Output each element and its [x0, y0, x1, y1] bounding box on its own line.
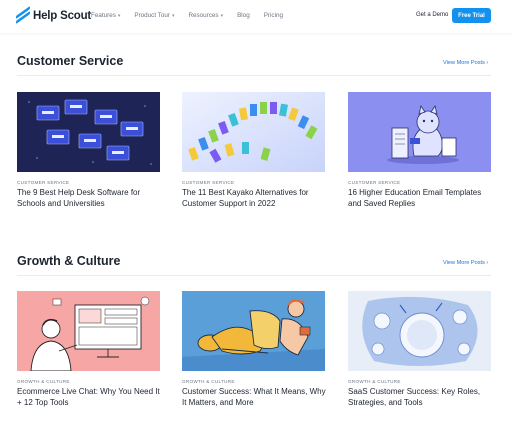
view-more-posts-link[interactable]: View More Posts ›	[443, 60, 488, 66]
logo-icon	[16, 6, 30, 24]
card-title-link[interactable]: 16 Higher Education Email Templates and …	[348, 188, 494, 209]
cat-with-documents-illustration	[348, 92, 491, 172]
plates-table-illustration	[348, 291, 491, 371]
card-title-link[interactable]: Ecommerce Live Chat: Why You Need It + 1…	[17, 387, 163, 408]
card-category: GROWTH & CULTURE	[182, 379, 235, 384]
nav-resources[interactable]: Resources ▾	[188, 12, 223, 19]
nav-label: Resources	[188, 12, 219, 19]
site-header: Help Scout Features ▾ Product Tour ▾ Res…	[0, 0, 512, 33]
nav-pricing[interactable]: Pricing	[264, 12, 283, 19]
card-title-link[interactable]: SaaS Customer Success: Key Roles, Strate…	[348, 387, 494, 408]
nav-label: Blog	[237, 12, 250, 19]
section-title-growth-culture: Growth & Culture	[17, 254, 121, 268]
help-scout-logo[interactable]: Help Scout	[16, 6, 92, 24]
card-image-live-chat[interactable]	[17, 291, 160, 371]
card-title-link[interactable]: The 9 Best Help Desk Software for School…	[17, 188, 163, 209]
card-category: GROWTH & CULTURE	[348, 379, 401, 384]
nav-label: Product Tour	[134, 12, 170, 19]
get-demo-link[interactable]: Get a Demo	[416, 12, 448, 18]
card-category: CUSTOMER SERVICE	[348, 180, 401, 185]
card-image-kayako[interactable]	[182, 92, 325, 172]
chevron-down-icon: ▾	[117, 12, 121, 19]
card-title-link[interactable]: The 11 Best Kayako Alternatives for Cust…	[182, 188, 328, 209]
nav-blog[interactable]: Blog	[237, 12, 250, 19]
card-image-customer-success[interactable]	[182, 291, 325, 371]
section-divider	[17, 75, 491, 76]
card-category: CUSTOMER SERVICE	[17, 180, 70, 185]
view-more-posts-link[interactable]: View More Posts ›	[443, 260, 488, 266]
logo-text: Help Scout	[33, 10, 92, 22]
free-trial-button[interactable]: Free Trial	[452, 8, 491, 23]
card-image-help-desk[interactable]	[17, 92, 160, 172]
person-at-computer-illustration	[17, 291, 160, 371]
section-title-customer-service: Customer Service	[17, 54, 124, 68]
nav-label: Features	[91, 12, 116, 19]
section-divider	[17, 275, 491, 276]
filing-drawers-illustration	[17, 92, 160, 172]
card-title-link[interactable]: Customer Success: What It Means, Why It …	[182, 387, 328, 408]
nav-label: Pricing	[263, 12, 283, 19]
nav-features[interactable]: Features ▾	[91, 12, 120, 19]
card-category: GROWTH & CULTURE	[17, 379, 70, 384]
nav-product-tour[interactable]: Product Tour ▾	[134, 12, 174, 19]
card-image-saas-success[interactable]	[348, 291, 491, 371]
colorful-blocks-illustration	[182, 92, 325, 172]
card-image-email-templates[interactable]	[348, 92, 491, 172]
people-sitting-illustration	[182, 291, 325, 371]
card-category: CUSTOMER SERVICE	[182, 180, 235, 185]
main-nav: Features ▾ Product Tour ▾ Resources ▾ Bl…	[91, 12, 283, 19]
chevron-down-icon: ▾	[220, 12, 224, 19]
chevron-down-icon: ▾	[171, 12, 175, 19]
